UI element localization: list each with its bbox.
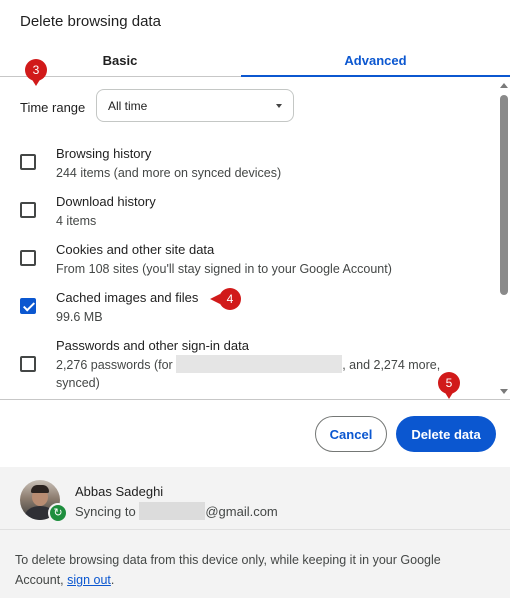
item-desc-suffix: , and 2,274 more, xyxy=(342,358,441,372)
account-name: Abbas Sadeghi xyxy=(75,484,164,499)
scroll-down-arrow-icon[interactable] xyxy=(500,389,508,394)
chevron-down-icon xyxy=(276,104,282,108)
annotation-marker-5: 5 xyxy=(438,372,460,399)
time-range-label: Time range xyxy=(20,100,86,115)
cookies-checkbox[interactable] xyxy=(20,250,36,266)
item-desc: 244 items (and more on synced devices) xyxy=(56,166,282,180)
sign-out-link[interactable]: sign out xyxy=(67,573,111,587)
annotation-marker-4: 4 xyxy=(210,288,241,310)
passwords-checkbox[interactable] xyxy=(20,356,36,372)
download-history-checkbox[interactable] xyxy=(20,202,36,218)
scrollbar-thumb[interactable] xyxy=(500,95,508,295)
tab-active-indicator xyxy=(241,75,510,77)
item-desc: 99.6 MB xyxy=(56,310,103,324)
email-suffix: @gmail.com xyxy=(205,504,278,519)
browsing-history-checkbox[interactable] xyxy=(20,154,36,170)
tab-advanced[interactable]: Advanced xyxy=(241,44,510,76)
dialog-title: Delete browsing data xyxy=(20,13,161,30)
scroll-up-arrow-icon[interactable] xyxy=(500,83,508,88)
divider xyxy=(0,399,510,400)
item-desc-prefix: 2,276 passwords (for xyxy=(56,358,173,372)
redacted-block xyxy=(176,355,343,374)
item-title: Browsing history xyxy=(56,146,152,161)
item-desc: 4 items xyxy=(56,214,97,228)
cached-images-checkbox[interactable] xyxy=(20,298,36,314)
time-range-value: All time xyxy=(108,98,148,113)
item-title: Cookies and other site data xyxy=(56,242,215,257)
sync-status: Syncing to @gmail.com xyxy=(75,502,278,521)
footer-note: To delete browsing data from this device… xyxy=(15,550,475,590)
sync-icon: ↻ xyxy=(48,503,68,523)
sync-prefix: Syncing to xyxy=(75,504,136,519)
item-desc-line2: synced) xyxy=(56,376,100,390)
redacted-email xyxy=(139,502,206,521)
item-desc: From 108 sites (you'll stay signed in to… xyxy=(56,262,392,276)
item-title: Download history xyxy=(56,194,156,209)
delete-data-button[interactable]: Delete data xyxy=(396,416,496,452)
time-range-select[interactable]: All time xyxy=(96,89,294,122)
divider xyxy=(0,529,510,530)
cancel-button[interactable]: Cancel xyxy=(315,416,387,452)
item-title: Passwords and other sign-in data xyxy=(56,338,249,353)
item-desc: 2,276 passwords (for , and 2,274 more, xyxy=(56,355,441,374)
annotation-marker-3: 3 xyxy=(25,59,47,86)
footer-note-end: . xyxy=(110,573,115,587)
item-title: Cached images and files xyxy=(56,290,199,305)
